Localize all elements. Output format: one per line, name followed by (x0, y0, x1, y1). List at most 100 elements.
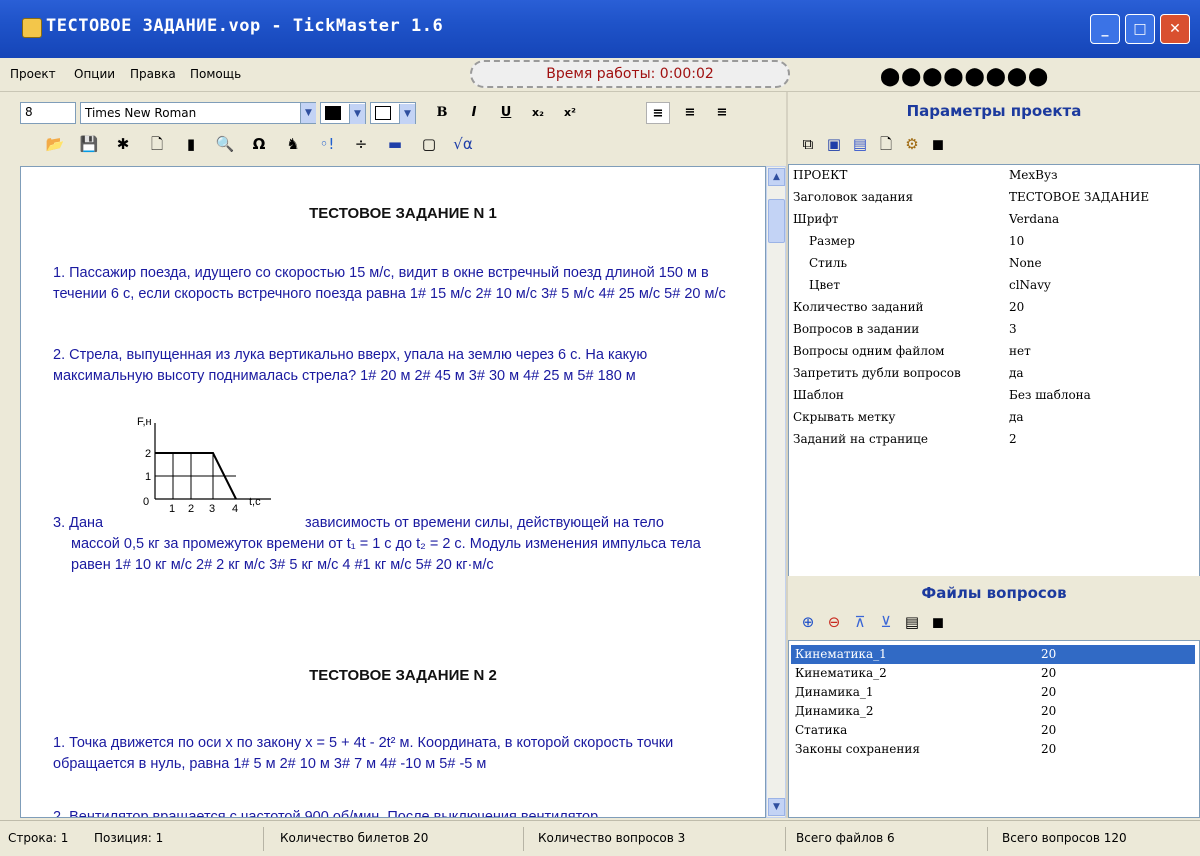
text-color-swatch (325, 106, 341, 120)
align-right-icon[interactable]: ≡ (710, 102, 734, 124)
file-name: Кинематика_2 (795, 666, 887, 680)
frame-icon[interactable]: ▢ (416, 132, 442, 156)
param-row[interactable]: Вопросы одним файлом нет (789, 341, 1199, 363)
param-value: 3 (1009, 322, 1017, 336)
status-questions: Количество вопросов 3 (530, 827, 786, 851)
param-name: Заданий на странице (793, 432, 928, 446)
param-name: Вопросы одним файлом (793, 344, 945, 358)
status-position: Позиция: 1 (86, 827, 264, 851)
superscript-button[interactable]: x² (558, 102, 582, 124)
line-icon[interactable]: ▬ (382, 132, 408, 156)
move-up-icon[interactable]: ⊼ (848, 610, 872, 634)
symbol-icon[interactable]: Ω (246, 132, 272, 156)
graph-y-tick-1: 1 (145, 471, 151, 483)
question-2: 2. Стрела, выпущенная из лука вертикальн… (53, 347, 648, 384)
question-files-list[interactable]: Кинематика_1 20 Кинематика_2 20 Динамика… (788, 640, 1200, 818)
file-name: Динамика_2 (795, 704, 874, 718)
exit-icon[interactable]: ◼ (926, 610, 950, 634)
back-color-swatch (375, 106, 391, 120)
divide-icon[interactable]: ÷ (348, 132, 374, 156)
list-item[interactable]: Динамика_2 20 (791, 702, 1195, 721)
open-icon[interactable]: 📂 (42, 132, 68, 156)
param-row[interactable]: Заголовок задания ТЕСТОВОЕ ЗАДАНИЕ (789, 187, 1199, 209)
menu-options[interactable]: Опции (74, 67, 115, 81)
calculator-icon[interactable]: ▮ (178, 132, 204, 156)
open-icon[interactable]: ▤ (900, 610, 924, 634)
param-value: МехВуз (1009, 168, 1058, 182)
remove-icon[interactable]: ⊖ (822, 610, 846, 634)
formula-icon[interactable]: √α (450, 132, 476, 156)
image-icon[interactable]: ♞ (280, 132, 306, 156)
file-count: 20 (1041, 723, 1057, 737)
param-row[interactable]: Заданий на странице 2 (789, 429, 1199, 451)
minimize-button[interactable]: _ (1090, 14, 1120, 44)
param-row[interactable]: Размер 10 (789, 231, 1199, 253)
param-row[interactable]: Шаблон Без шаблона (789, 385, 1199, 407)
question-3-rest: массой 0,5 кг за промежуток времени от t… (71, 536, 701, 573)
test-heading-1: ТЕСТОВОЕ ЗАДАНИЕ N 1 (309, 205, 497, 222)
exit-icon[interactable]: ◼ (926, 132, 950, 156)
param-value: clNavy (1009, 278, 1051, 292)
align-center-icon[interactable]: ≡ (678, 102, 702, 124)
param-row[interactable]: Количество заданий 20 (789, 297, 1199, 319)
param-row[interactable]: Скрывать метку да (789, 407, 1199, 429)
graph-x-tick-1: 1 (169, 503, 175, 513)
close-button[interactable]: ✕ (1160, 14, 1190, 44)
list-item[interactable]: Динамика_1 20 (791, 683, 1195, 702)
chevron-down-icon: ▼ (399, 104, 415, 124)
window-title: ТЕСТОВОЕ ЗАДАНИЕ.vop - TickMaster 1.6 (46, 16, 444, 36)
param-row[interactable]: Цвет clNavy (789, 275, 1199, 297)
param-name: Вопросов в задании (793, 322, 920, 336)
scroll-down-icon[interactable]: ▼ (768, 798, 785, 816)
param-row[interactable]: Запретить дубли вопросов да (789, 363, 1199, 385)
list-item[interactable]: Кинематика_2 20 (791, 664, 1195, 683)
save-icon[interactable]: 💾 (76, 132, 102, 156)
bold-button[interactable]: B (430, 102, 454, 124)
add-icon[interactable]: ⊕ (796, 610, 820, 634)
underline-button[interactable]: U (494, 102, 518, 124)
scroll-up-icon[interactable]: ▲ (768, 168, 785, 186)
scroll-thumb[interactable] (768, 199, 785, 243)
preview-icon[interactable]: 🔍 (212, 132, 238, 156)
back-color-select[interactable]: ▼ (370, 102, 416, 124)
editor-scrollbar[interactable]: ▲ ▼ (766, 166, 786, 818)
param-value: Без шаблона (1009, 388, 1091, 402)
chain-icon: ⬤⬤⬤⬤⬤⬤⬤⬤ (880, 66, 1050, 87)
list-item[interactable]: Кинематика_1 20 (791, 645, 1195, 664)
maximize-button[interactable]: □ (1125, 14, 1155, 44)
italic-button[interactable]: I (462, 102, 486, 124)
settings-icon[interactable]: ⚙ (900, 132, 924, 156)
font-size-spinner[interactable]: 8 (20, 102, 76, 124)
list-item[interactable]: Законы сохранения 20 (791, 740, 1195, 759)
align-left-icon[interactable]: ≡ (646, 102, 670, 124)
question-1: 1. Пассажир поезда, идущего со скоростью… (53, 265, 726, 302)
param-name: Скрывать метку (793, 410, 896, 424)
menu-project[interactable]: Проект (10, 67, 56, 81)
save-icon[interactable]: ▤ (848, 132, 872, 156)
move-down-icon[interactable]: ⊻ (874, 610, 898, 634)
index-icon[interactable]: ◦! (314, 132, 340, 156)
param-value: да (1009, 410, 1024, 424)
param-value: Verdana (1009, 212, 1060, 226)
menu-edit[interactable]: Правка (130, 67, 176, 81)
new-page-icon[interactable]: 🗋 (144, 132, 170, 156)
copy-icon[interactable]: ⧉ (796, 132, 820, 156)
param-row[interactable]: Стиль None (789, 253, 1199, 275)
font-name-select[interactable]: Times New Roman (80, 102, 316, 124)
menu-help[interactable]: Помощь (190, 67, 241, 81)
new-icon[interactable]: 🗋 (874, 132, 898, 156)
save-as-icon[interactable]: ▣ (822, 132, 846, 156)
list-item[interactable]: Статика 20 (791, 721, 1195, 740)
subscript-button[interactable]: x₂ (526, 102, 550, 124)
param-row[interactable]: Шрифт Verdana (789, 209, 1199, 231)
bug-icon[interactable]: ✱ (110, 132, 136, 156)
document-editor[interactable]: ТЕСТОВОЕ ЗАДАНИЕ N 1 1. Пассажир поезда,… (20, 166, 766, 818)
param-row[interactable]: ПРОЕКТ МехВуз (789, 165, 1199, 187)
question-4: 1. Точка движется по оси x по закону x =… (53, 735, 674, 772)
file-count: 20 (1041, 685, 1057, 699)
chevron-down-icon[interactable]: ▼ (300, 103, 316, 123)
file-count: 20 (1041, 647, 1057, 661)
param-row[interactable]: Вопросов в задании 3 (789, 319, 1199, 341)
status-bar: Строка: 1 Позиция: 1 Количество билетов … (0, 820, 1200, 856)
text-color-select[interactable]: ▼ (320, 102, 366, 124)
